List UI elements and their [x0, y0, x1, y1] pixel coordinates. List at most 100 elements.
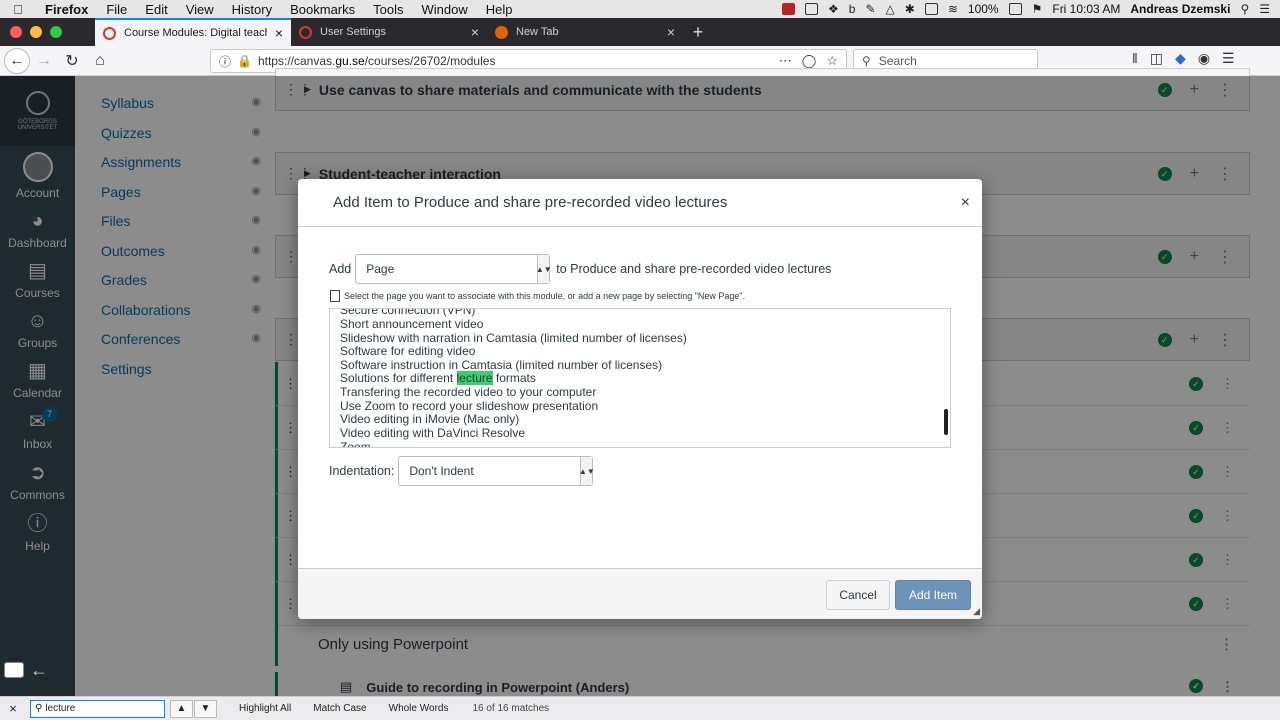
minimize-window-button[interactable] [30, 26, 42, 38]
cancel-button[interactable]: Cancel [826, 580, 890, 610]
dropbox-icon[interactable]: ❖ [828, 2, 839, 16]
lock-icon[interactable]: 🔒 [237, 54, 252, 68]
user-name[interactable]: Andreas Dzemski [1130, 2, 1230, 16]
close-icon[interactable]: × [961, 194, 970, 212]
close-findbar-icon[interactable]: × [0, 701, 26, 716]
search-icon: ⚲ [35, 703, 43, 714]
tab-title: Course Modules: Digital teachin [124, 27, 267, 39]
recording-icon[interactable] [782, 3, 796, 15]
url-text: https://canvas.gu.se/courses/26702/modul… [257, 54, 496, 68]
add-item-button[interactable]: Add Item [895, 580, 971, 610]
find-match-highlight: lecture [456, 371, 493, 385]
spotlight-icon[interactable]: ⚲ [1240, 2, 1249, 16]
match-case-checkbox[interactable]: Match Case [313, 703, 366, 714]
home-button[interactable]: ⌂ [86, 48, 114, 74]
page-listbox[interactable]: Secure connection (VPN) Short announceme… [329, 308, 951, 448]
bluetooth-icon[interactable]: ✱ [905, 2, 915, 16]
indentation-row: Indentation: Don't Indent ▲▼ [329, 456, 595, 486]
new-tab-button[interactable]: + [683, 18, 713, 46]
reload-button[interactable]: ↻ [58, 48, 86, 74]
indentation-value: Don't Indent [409, 464, 474, 478]
list-option[interactable]: Zoom [340, 440, 371, 447]
zoom-window-button[interactable] [50, 26, 62, 38]
close-window-button[interactable] [10, 26, 22, 38]
apple-icon[interactable]:  [0, 2, 36, 17]
bookmark-star-icon[interactable]: ☆ [826, 53, 838, 69]
clock[interactable]: Fri 10:03 AM [1052, 2, 1120, 16]
close-tab-icon[interactable]: × [667, 24, 675, 40]
keyboard-icon[interactable] [924, 3, 938, 15]
list-option[interactable]: Use Zoom to record your slideshow presen… [340, 399, 598, 413]
menu-help[interactable]: Help [477, 2, 522, 17]
library-icon[interactable]: ‖ [1132, 50, 1138, 67]
list-option[interactable]: Secure connection (VPN) [340, 309, 475, 317]
add-suffix: to Produce and share pre-recorded video … [556, 262, 832, 276]
extension-icon[interactable]: ◆ [1175, 50, 1186, 67]
item-type-select[interactable]: Page ▲▼ [355, 254, 552, 284]
pen-icon[interactable]: ✎ [865, 2, 875, 16]
battery-icon[interactable] [1008, 3, 1022, 15]
menu-view[interactable]: View [177, 2, 223, 17]
collapse-arrow-icon[interactable]: ← [30, 660, 48, 681]
menu-bookmarks[interactable]: Bookmarks [281, 2, 364, 17]
list-option[interactable]: Short announcement video [340, 317, 483, 331]
find-query: lecture [45, 703, 76, 714]
tab-user-settings[interactable]: User Settings × [291, 18, 487, 46]
screen-icon[interactable] [805, 3, 819, 15]
match-count: 16 of 16 matches [472, 703, 550, 714]
browser-tabbar: Course Modules: Digital teachin × User S… [0, 18, 1280, 46]
find-previous-button[interactable]: ▲ [170, 699, 193, 718]
list-option[interactable]: Slideshow with narration in Camtasia (li… [340, 331, 687, 345]
forward-button[interactable]: → [30, 48, 58, 74]
find-bar: × ⚲ lecture ▲ ▼ Highlight All Match Case… [0, 696, 1280, 720]
b-icon[interactable]: b [849, 2, 856, 16]
menu-file[interactable]: File [97, 2, 136, 17]
pocket-icon[interactable]: ◯ [802, 53, 817, 69]
whole-words-checkbox[interactable]: Whole Words [389, 703, 449, 714]
screencast-app-icon[interactable] [4, 662, 24, 678]
find-input[interactable]: ⚲ lecture [30, 699, 165, 718]
close-tab-icon[interactable]: × [471, 24, 479, 40]
menu-app[interactable]: Firefox [36, 2, 97, 17]
menu-window[interactable]: Window [413, 2, 477, 17]
tab-title: New Tab [516, 26, 559, 38]
resize-handle-icon[interactable]: ◢ [973, 606, 980, 617]
list-option[interactable]: Software instruction in Camtasia (limite… [340, 358, 662, 372]
dialog-title: Add Item to Produce and share pre-record… [333, 194, 728, 211]
indentation-select[interactable]: Don't Indent ▲▼ [398, 456, 595, 486]
triangle-icon[interactable]: △ [886, 2, 895, 16]
info-icon[interactable]: ⓘ [219, 53, 231, 70]
sidebar-icon[interactable]: ◫ [1150, 50, 1163, 67]
list-option[interactable]: Transfering the recorded video to your c… [340, 385, 596, 399]
back-button[interactable]: ← [4, 47, 30, 74]
menu-history[interactable]: History [223, 2, 281, 17]
listbox-scrollbar[interactable] [944, 409, 948, 435]
canvas-favicon-icon [103, 26, 116, 40]
list-option-highlighted[interactable]: Solutions for different lecture formats [340, 371, 536, 385]
find-next-button[interactable]: ▼ [194, 699, 217, 718]
account-icon[interactable]: ◉ [1198, 50, 1210, 67]
document-icon [330, 290, 340, 302]
notification-center-icon[interactable]: ☰ [1259, 2, 1270, 16]
close-tab-icon[interactable]: × [275, 25, 283, 41]
item-type-value: Page [366, 262, 395, 276]
dialog-header: Add Item to Produce and share pre-record… [298, 179, 982, 227]
flag-icon[interactable]: ⚑ [1032, 2, 1043, 16]
menu-tools[interactable]: Tools [364, 2, 412, 17]
battery-percent[interactable]: 100% [968, 2, 999, 16]
menu-edit[interactable]: Edit [136, 2, 176, 17]
option-text: Solutions for different [340, 371, 457, 385]
tab-new-tab[interactable]: New Tab × [487, 18, 683, 46]
highlight-all-checkbox[interactable]: Highlight All [239, 703, 291, 714]
wifi-icon[interactable]: ≋ [948, 2, 958, 16]
list-option[interactable]: Video editing with DaVinci Resolve [340, 426, 525, 440]
hint-text: Select the page you want to associate wi… [344, 291, 746, 301]
toolbar-right: ‖ ◫ ◆ ◉ ☰ [1132, 50, 1235, 67]
tab-course-modules[interactable]: Course Modules: Digital teachin × [95, 18, 291, 46]
list-option[interactable]: Software for editing video [340, 344, 475, 358]
tab-title: User Settings [320, 26, 387, 38]
page-actions-icon[interactable]: ⋯ [779, 53, 792, 69]
list-option[interactable]: Video editing in iMovie (Mac only) [340, 412, 519, 426]
menu-icon[interactable]: ☰ [1222, 50, 1235, 67]
add-type-row: Add Page ▲▼ to Produce and share pre-rec… [329, 254, 831, 284]
